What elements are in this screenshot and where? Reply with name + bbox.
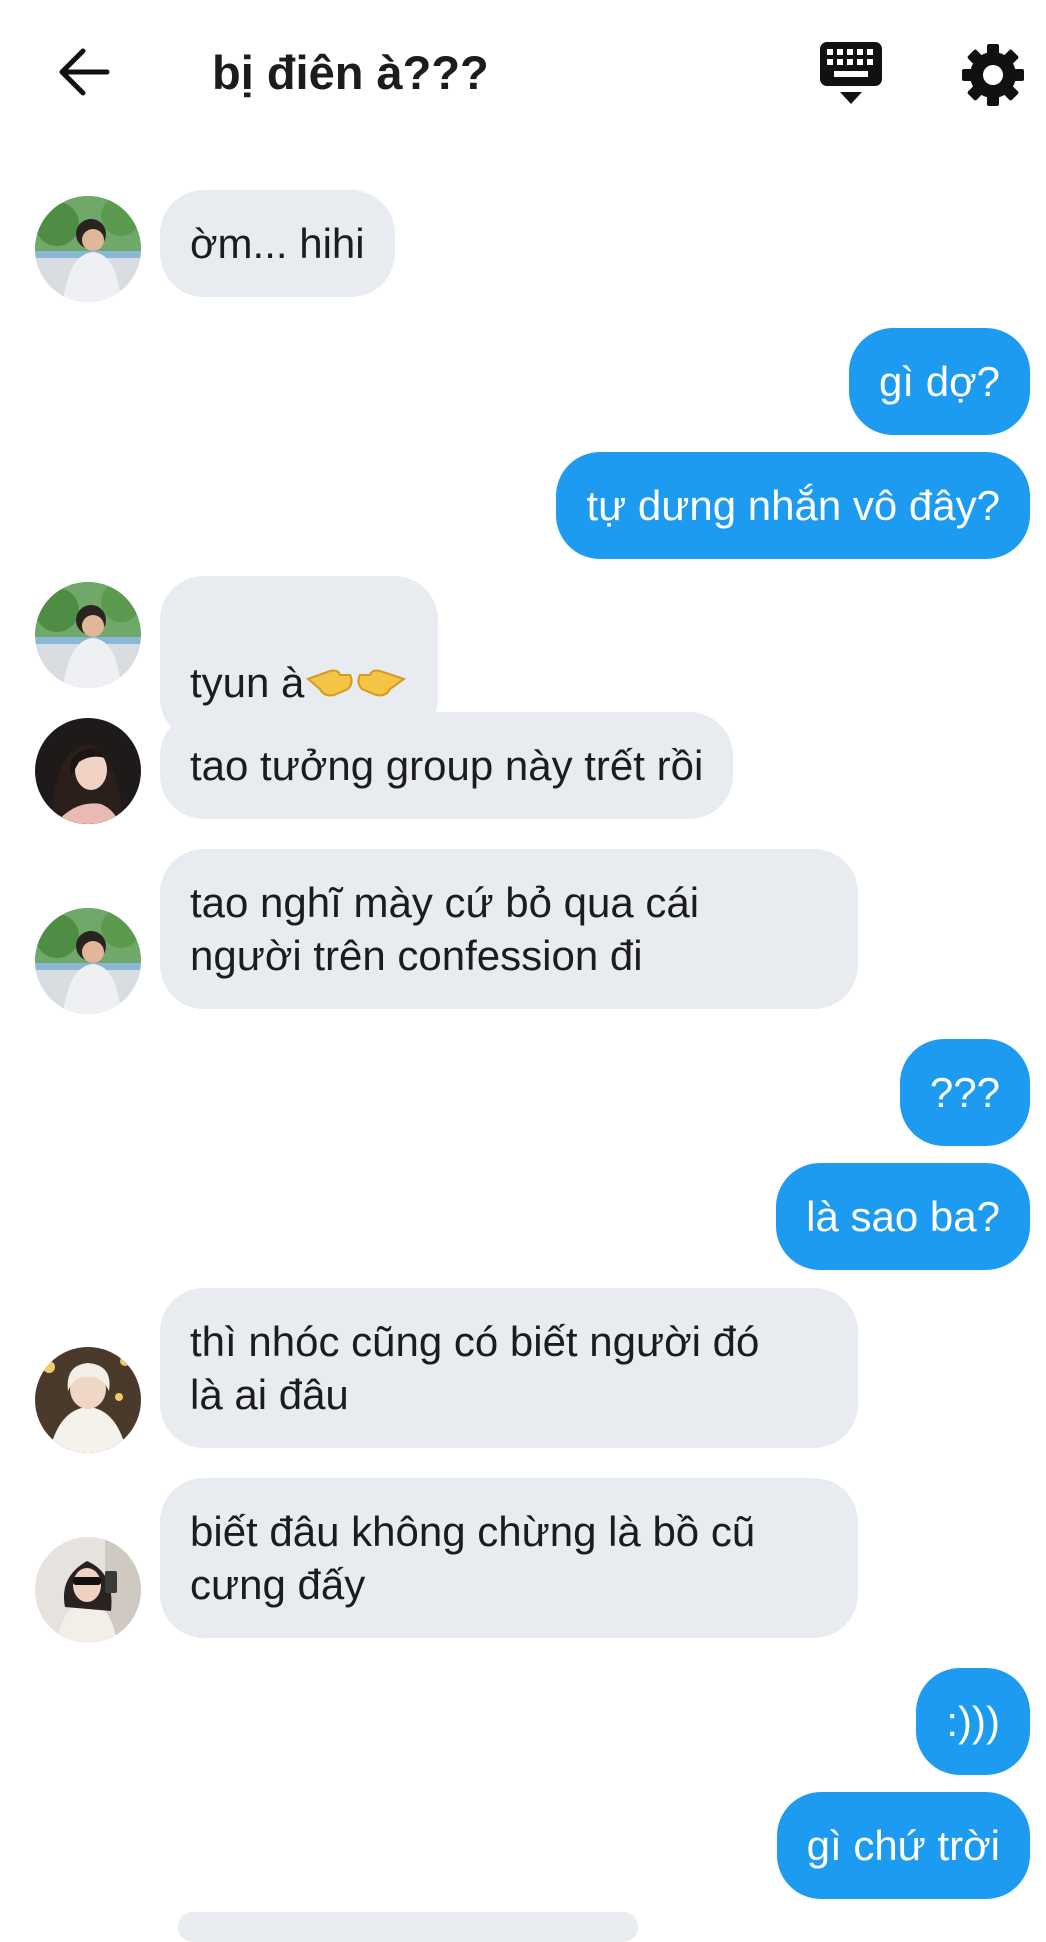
avatar[interactable] (35, 908, 141, 1014)
message-bubble[interactable]: thì nhóc cũng có biết người đó là ai đâu (160, 1288, 858, 1448)
message-bubble[interactable]: ??? (899, 1039, 1030, 1146)
message-bubble[interactable]: :))) (916, 1668, 1030, 1775)
pointing-fingers-icon (304, 657, 408, 715)
avatar[interactable] (35, 1537, 141, 1643)
avatar[interactable] (35, 1347, 141, 1453)
message-thread[interactable]: ờm... hihi gì dợ? tự dưng nhắn vô đây? t… (0, 0, 1046, 1942)
message-bubble[interactable]: biết đâu không chừng là bồ cũ cưng đấy (160, 1478, 858, 1638)
message-bubble[interactable]: gì dợ? (849, 328, 1030, 435)
avatar[interactable] (35, 196, 141, 302)
message-bubble[interactable]: ờm... hihi (160, 190, 395, 297)
message-bubble[interactable]: gì chứ trời (776, 1792, 1030, 1899)
next-message-bubble (178, 1912, 638, 1942)
avatar[interactable] (35, 718, 141, 824)
avatar[interactable] (35, 582, 141, 688)
message-bubble[interactable]: là sao ba? (776, 1163, 1030, 1270)
message-text: tyun à (190, 659, 305, 706)
message-bubble[interactable]: tao nghĩ mày cứ bỏ qua cái người trên co… (160, 849, 858, 1009)
message-bubble[interactable]: tao tưởng group này trết rồi (160, 712, 734, 819)
message-bubble[interactable]: tự dưng nhắn vô đây? (556, 452, 1030, 559)
